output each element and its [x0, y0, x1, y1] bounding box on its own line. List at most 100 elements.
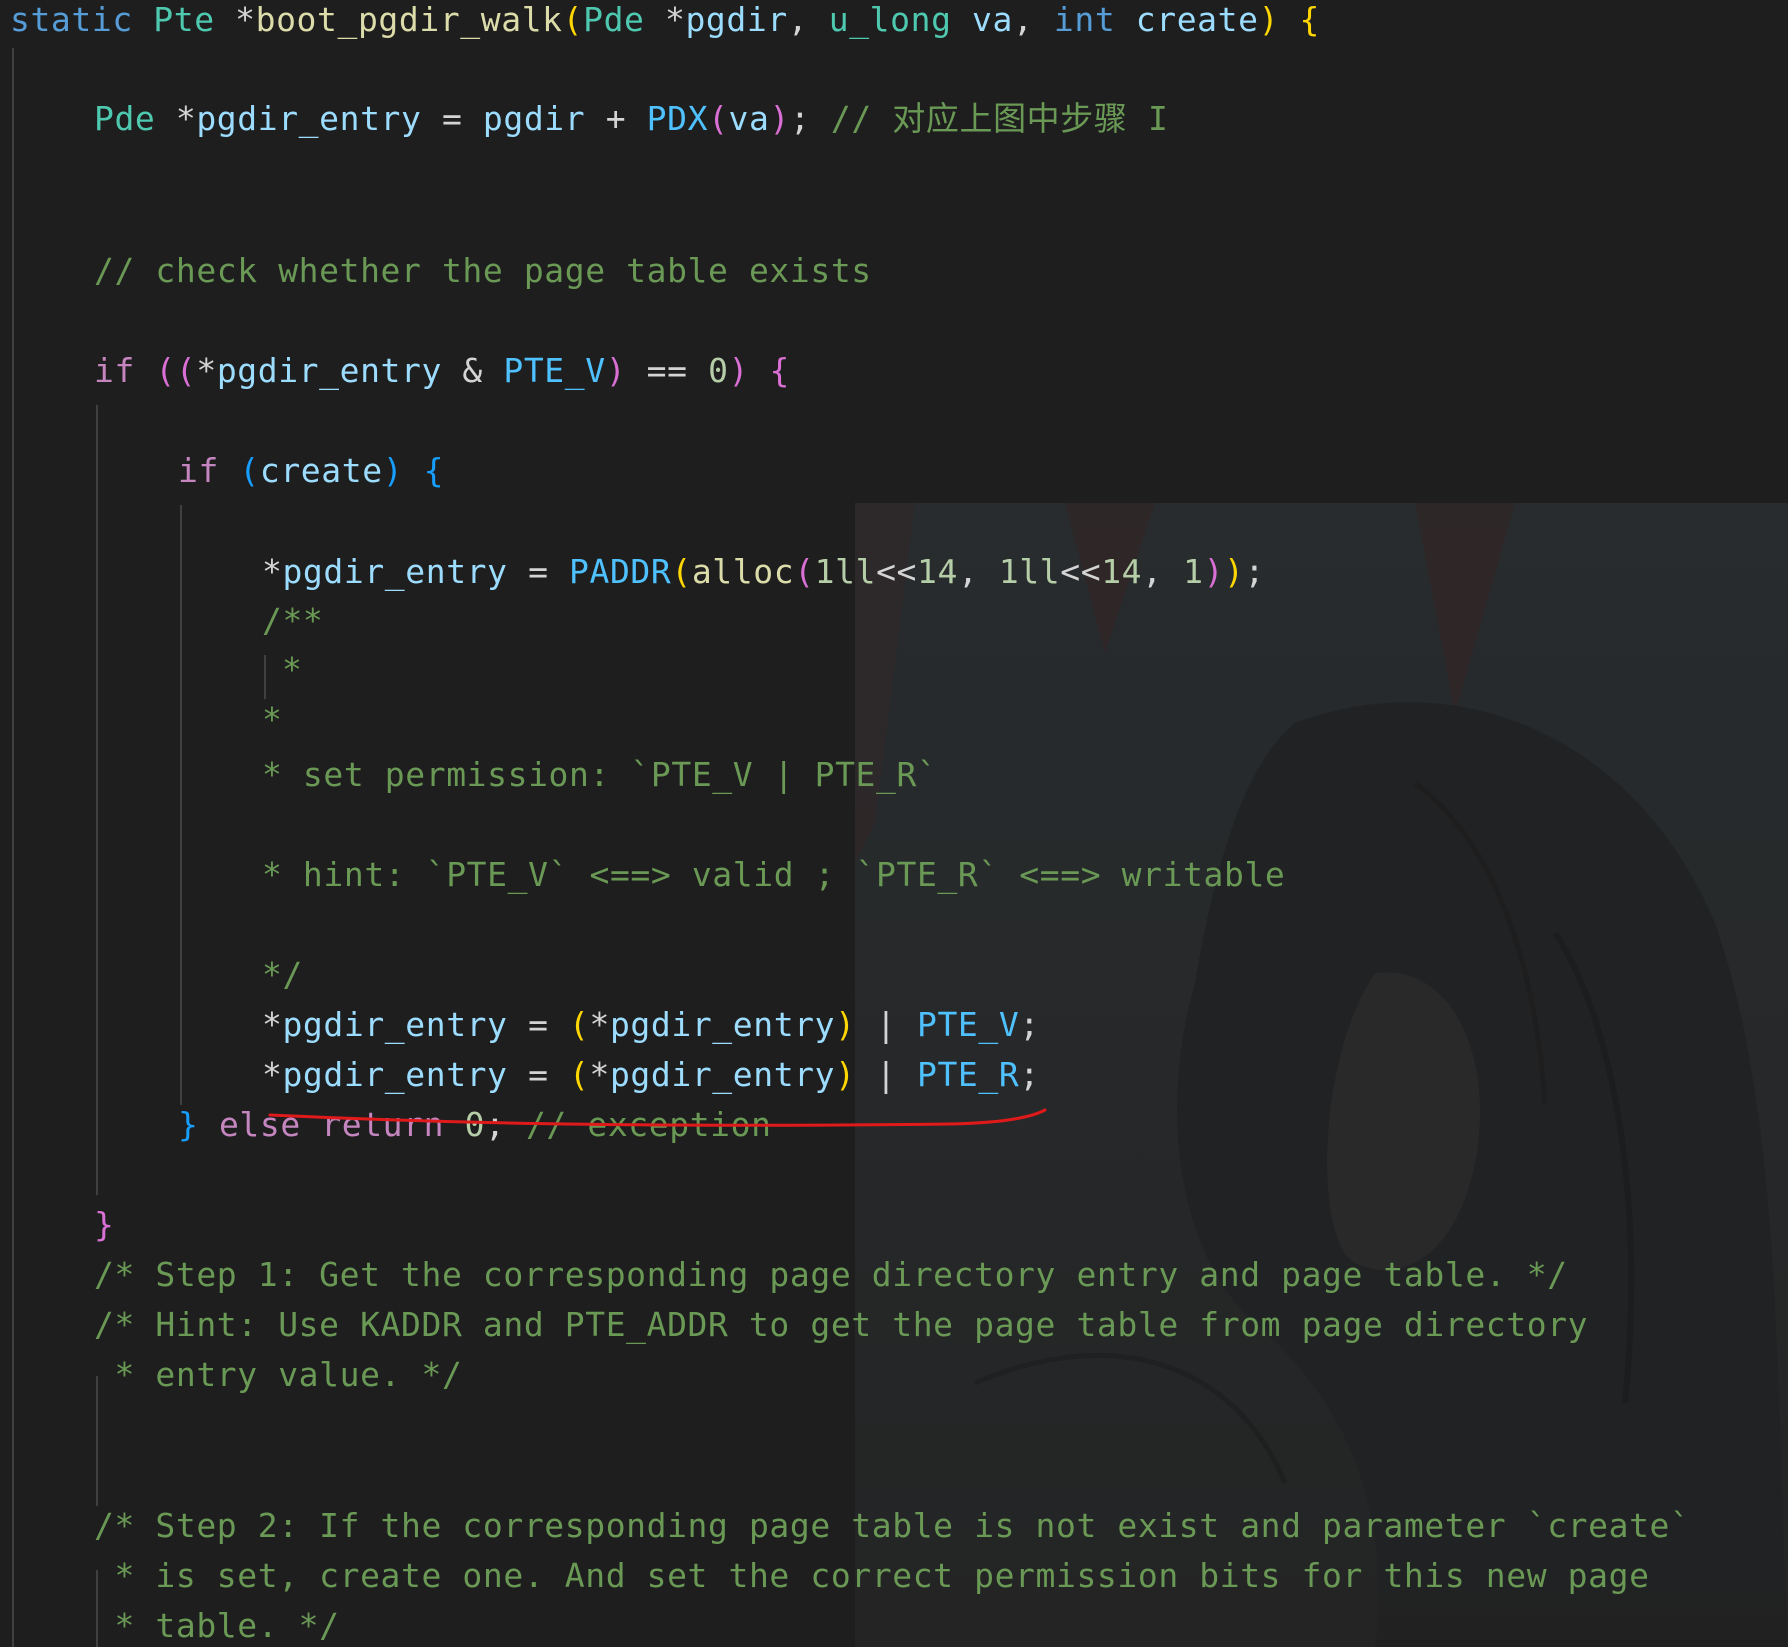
code-line[interactable]: if ((*pgdir_entry & PTE_V) == 0) { — [94, 347, 790, 395]
code-line[interactable]: * entry value. */ — [94, 1351, 462, 1399]
code-token: boot_pgdir_walk — [255, 0, 563, 39]
code-token: | — [855, 1055, 917, 1094]
code-token: ) — [1224, 552, 1245, 591]
code-token: } — [94, 1205, 115, 1244]
code-token: if — [94, 351, 135, 390]
code-token: pgdir_entry — [216, 351, 442, 390]
code-token: else — [218, 1105, 301, 1144]
code-token: return — [321, 1105, 445, 1144]
code-token: ) — [769, 99, 790, 138]
code-token: PADDR — [569, 552, 672, 591]
code-token: PTE_V — [503, 351, 606, 390]
code-token: 1 — [1183, 552, 1204, 591]
code-token: * — [262, 700, 283, 739]
code-line[interactable]: * — [262, 696, 282, 744]
code-token: * set permission: `PTE_V | PTE_R` — [262, 755, 938, 794]
code-line[interactable]: * hint: `PTE_V` <==> valid ; `PTE_R` <==… — [262, 851, 1285, 899]
code-line[interactable]: * table. */ — [94, 1602, 340, 1647]
code-line[interactable]: /* Step 2: If the corresponding page tab… — [94, 1502, 1690, 1550]
code-line[interactable]: * — [282, 646, 302, 694]
code-line[interactable]: Pde *pgdir_entry = pgdir + PDX(va); // 对… — [94, 95, 1168, 143]
code-token: } — [178, 1105, 199, 1144]
code-token: ) — [605, 351, 627, 390]
code-token: // exception — [525, 1105, 772, 1144]
code-token: * entry value. */ — [94, 1355, 463, 1394]
code-token: * — [282, 650, 303, 689]
code-token: * table. */ — [94, 1606, 340, 1645]
code-token: Pte — [153, 0, 215, 39]
code-token: pgdir — [482, 99, 586, 138]
code-token: ( — [708, 99, 729, 138]
code-token: Pde — [94, 99, 156, 138]
code-line[interactable]: if (create) { — [178, 447, 444, 495]
code-token: create — [1135, 0, 1259, 39]
code-token: , — [787, 0, 829, 39]
code-token: ( — [569, 1055, 590, 1094]
code-token: * — [589, 1005, 610, 1044]
code-line[interactable]: static Pte *boot_pgdir_walk(Pde *pgdir, … — [10, 0, 1320, 44]
code-token: ) — [835, 1005, 856, 1044]
code-token: 1ll — [814, 552, 877, 591]
code-line[interactable]: * set permission: `PTE_V | PTE_R` — [262, 751, 937, 799]
code-token: Pde — [583, 0, 645, 39]
code-token: ) — [728, 351, 749, 390]
code-token: pgdir — [685, 0, 788, 39]
code-line[interactable]: } — [94, 1201, 114, 1249]
code-token: , — [1142, 552, 1184, 591]
code-token: ( — [671, 552, 692, 591]
code-token: << — [1060, 552, 1102, 591]
code-token: /* Step 2: If the corresponding page tab… — [94, 1506, 1691, 1545]
code-line[interactable]: *pgdir_entry = (*pgdir_entry) | PTE_V; — [262, 1001, 1040, 1049]
code-token: /* Step 1: Get the corresponding page di… — [94, 1255, 1568, 1294]
code-token: (( — [155, 351, 197, 390]
code-token: << — [876, 552, 917, 591]
code-token: pgdir_entry — [196, 99, 422, 138]
code-line[interactable]: *pgdir_entry = PADDR(alloc(1ll<<14, 1ll<… — [262, 548, 1265, 596]
code-token: u_long — [828, 0, 952, 39]
code-token: PTE_R — [917, 1055, 1020, 1094]
code-token: * — [262, 1055, 283, 1094]
code-token: { — [769, 351, 790, 390]
code-token: * — [155, 99, 197, 138]
code-token: ) — [1258, 0, 1280, 39]
code-token: alloc — [691, 552, 795, 591]
code-line[interactable]: /** — [262, 597, 323, 645]
code-token: ( — [562, 0, 584, 39]
code-token: pgdir_entry — [282, 1055, 508, 1094]
code-line[interactable]: /* Hint: Use KADDR and PTE_ADDR to get t… — [94, 1301, 1588, 1349]
code-line[interactable]: * is set, create one. And set the correc… — [94, 1552, 1650, 1600]
code-token: == — [626, 351, 709, 390]
code-token: ) — [382, 451, 404, 490]
code-token: { — [423, 451, 445, 490]
code-token: ( — [239, 451, 260, 490]
code-token: static — [10, 0, 133, 39]
code-token: ) — [1203, 552, 1225, 591]
code-token: + — [585, 99, 647, 138]
code-line[interactable]: *pgdir_entry = (*pgdir_entry) | PTE_R; — [262, 1051, 1040, 1099]
code-token: = — [507, 552, 570, 591]
code-token: va — [972, 0, 1013, 39]
code-line[interactable]: */ — [262, 951, 303, 999]
code-line[interactable]: /* Step 1: Get the corresponding page di… — [94, 1251, 1568, 1299]
code-token: PTE_V — [917, 1005, 1020, 1044]
code-token: * — [196, 351, 217, 390]
code-token: * — [644, 0, 686, 39]
code-line[interactable]: } else return 0; // exception — [178, 1101, 772, 1149]
code-token: = — [507, 1005, 570, 1044]
code-token: pgdir_entry — [609, 1005, 836, 1044]
code-token: 14 — [917, 552, 958, 591]
code-line[interactable]: // check whether the page table exists — [94, 247, 872, 295]
code-editor[interactable]: static Pte *boot_pgdir_walk(Pde *pgdir, … — [0, 0, 1788, 1647]
code-token: ; — [789, 99, 831, 138]
indent-guide — [180, 505, 182, 1105]
code-token: * hint: `PTE_V` <==> valid ; `PTE_R` <==… — [262, 855, 1286, 894]
